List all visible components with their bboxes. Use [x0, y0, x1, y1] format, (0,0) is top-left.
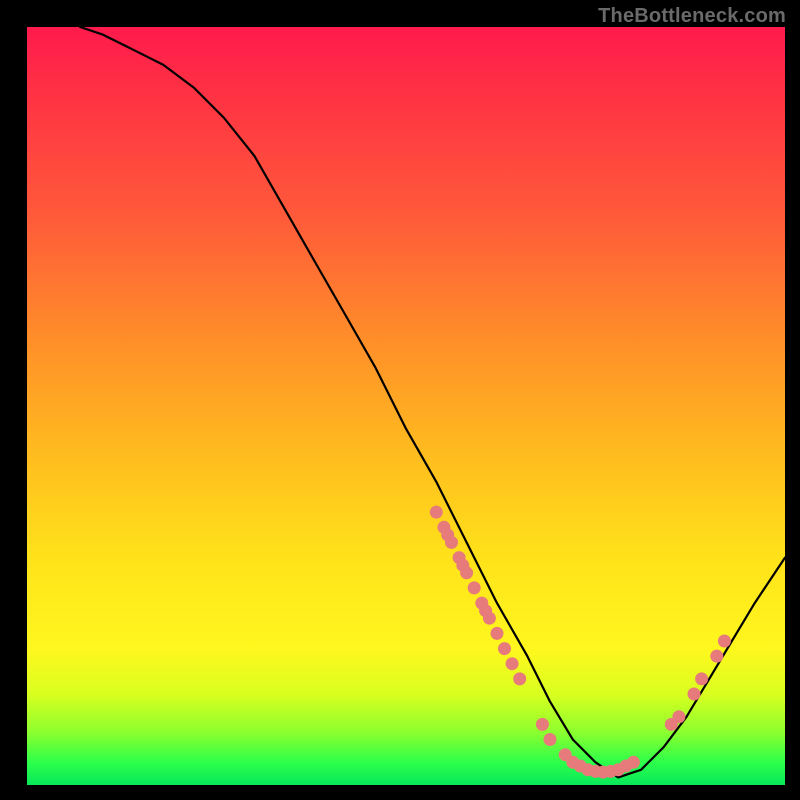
data-point: [483, 612, 496, 625]
data-point: [688, 688, 701, 701]
data-point: [445, 536, 458, 549]
data-point: [672, 710, 685, 723]
data-point: [718, 635, 731, 648]
data-point: [506, 657, 519, 670]
watermark-text: TheBottleneck.com: [598, 5, 786, 28]
scatter-dots: [430, 506, 731, 779]
data-point: [544, 733, 557, 746]
chart-stage: TheBottleneck.com: [0, 0, 800, 800]
data-point: [710, 650, 723, 663]
bottleneck-curve: [80, 27, 785, 777]
data-point: [513, 672, 526, 685]
data-point: [627, 756, 640, 769]
plot-area: [27, 27, 785, 785]
data-point: [695, 672, 708, 685]
data-point: [468, 581, 481, 594]
data-point: [460, 566, 473, 579]
data-point: [498, 642, 511, 655]
data-point: [491, 627, 504, 640]
data-point: [430, 506, 443, 519]
chart-svg: [27, 27, 785, 785]
data-point: [536, 718, 549, 731]
